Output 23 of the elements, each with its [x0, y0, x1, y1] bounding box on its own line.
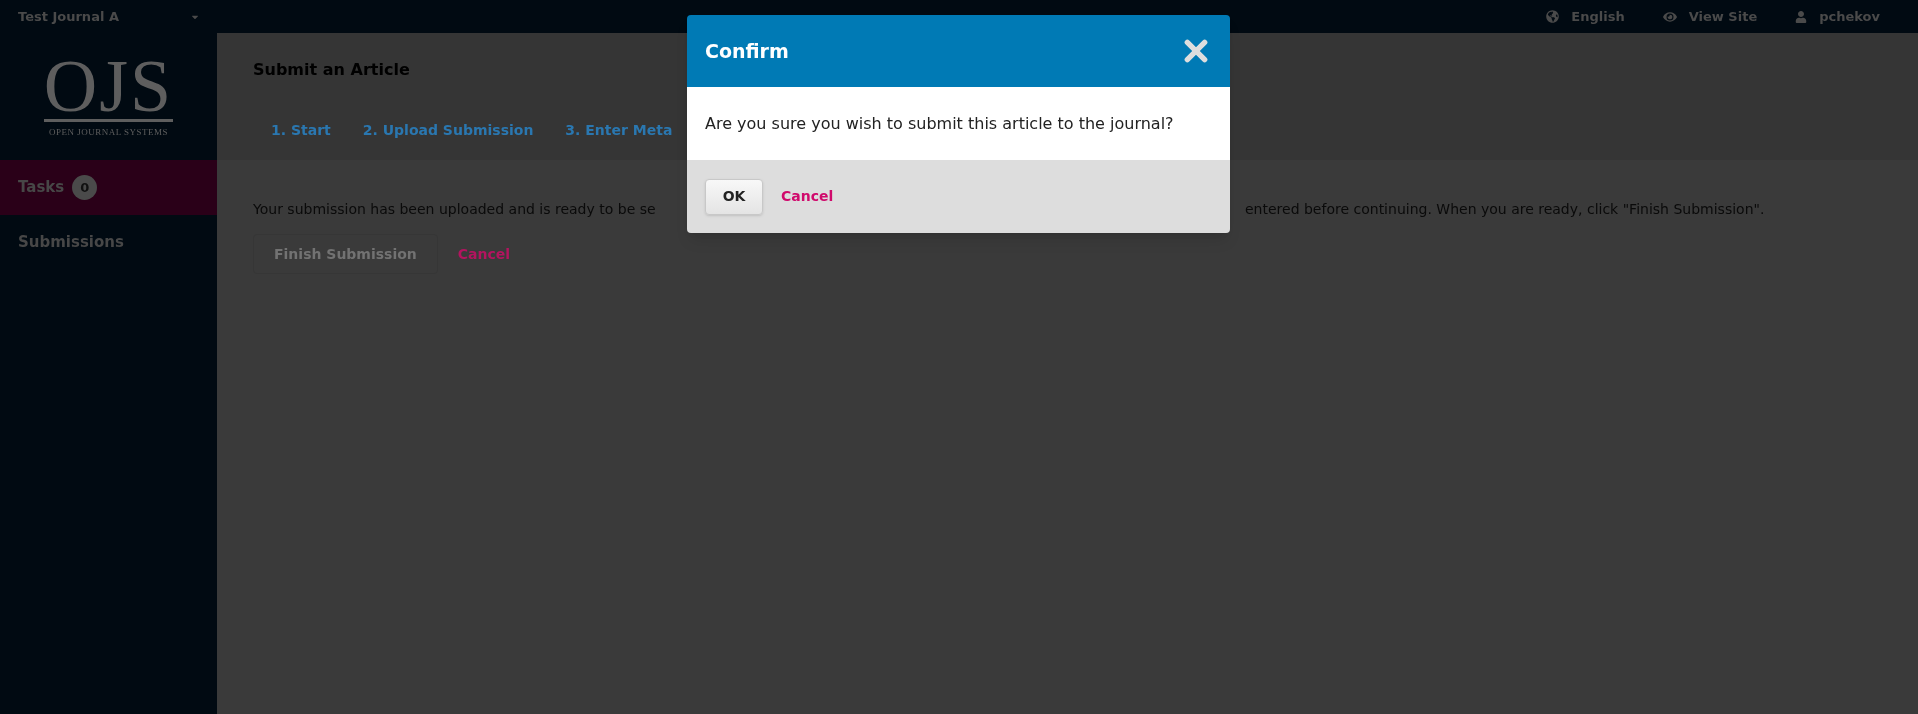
dialog-message: Are you sure you wish to submit this article to the journal? — [705, 112, 1174, 135]
logo-mark: OJS — [43, 53, 174, 123]
top-bar-link[interactable]: View Site — [1662, 6, 1758, 27]
journal-switcher[interactable]: Test Journal A — [18, 6, 200, 27]
finish-submission-button[interactable]: Finish Submission — [253, 234, 438, 274]
user-icon — [1795, 10, 1808, 23]
top-bar-link[interactable]: pchekov — [1795, 6, 1880, 27]
close-button[interactable] — [1182, 37, 1210, 65]
globe-icon — [1546, 10, 1560, 23]
count-badge: 0 — [72, 175, 98, 200]
close-icon — [1183, 38, 1209, 64]
logo-tagline: OPEN JOURNAL SYSTEMS — [48, 126, 169, 140]
cancel-link[interactable]: Cancel — [765, 186, 850, 207]
sidebar-item[interactable]: Tasks 0 — [0, 160, 217, 215]
eye-icon — [1662, 9, 1677, 24]
step-tab[interactable]: 1. Start — [271, 120, 331, 141]
top-bar-link[interactable]: English — [1546, 6, 1625, 27]
cancel-link[interactable]: Cancel — [441, 243, 527, 265]
ok-button[interactable]: OK — [705, 178, 763, 215]
step-tab[interactable]: 3. Enter Meta — [565, 120, 673, 141]
dialog-title: Confirm — [705, 38, 789, 64]
sidebar-item[interactable]: Submissions — [0, 215, 217, 270]
step-tab[interactable]: 2. Upload Submission — [362, 120, 534, 141]
